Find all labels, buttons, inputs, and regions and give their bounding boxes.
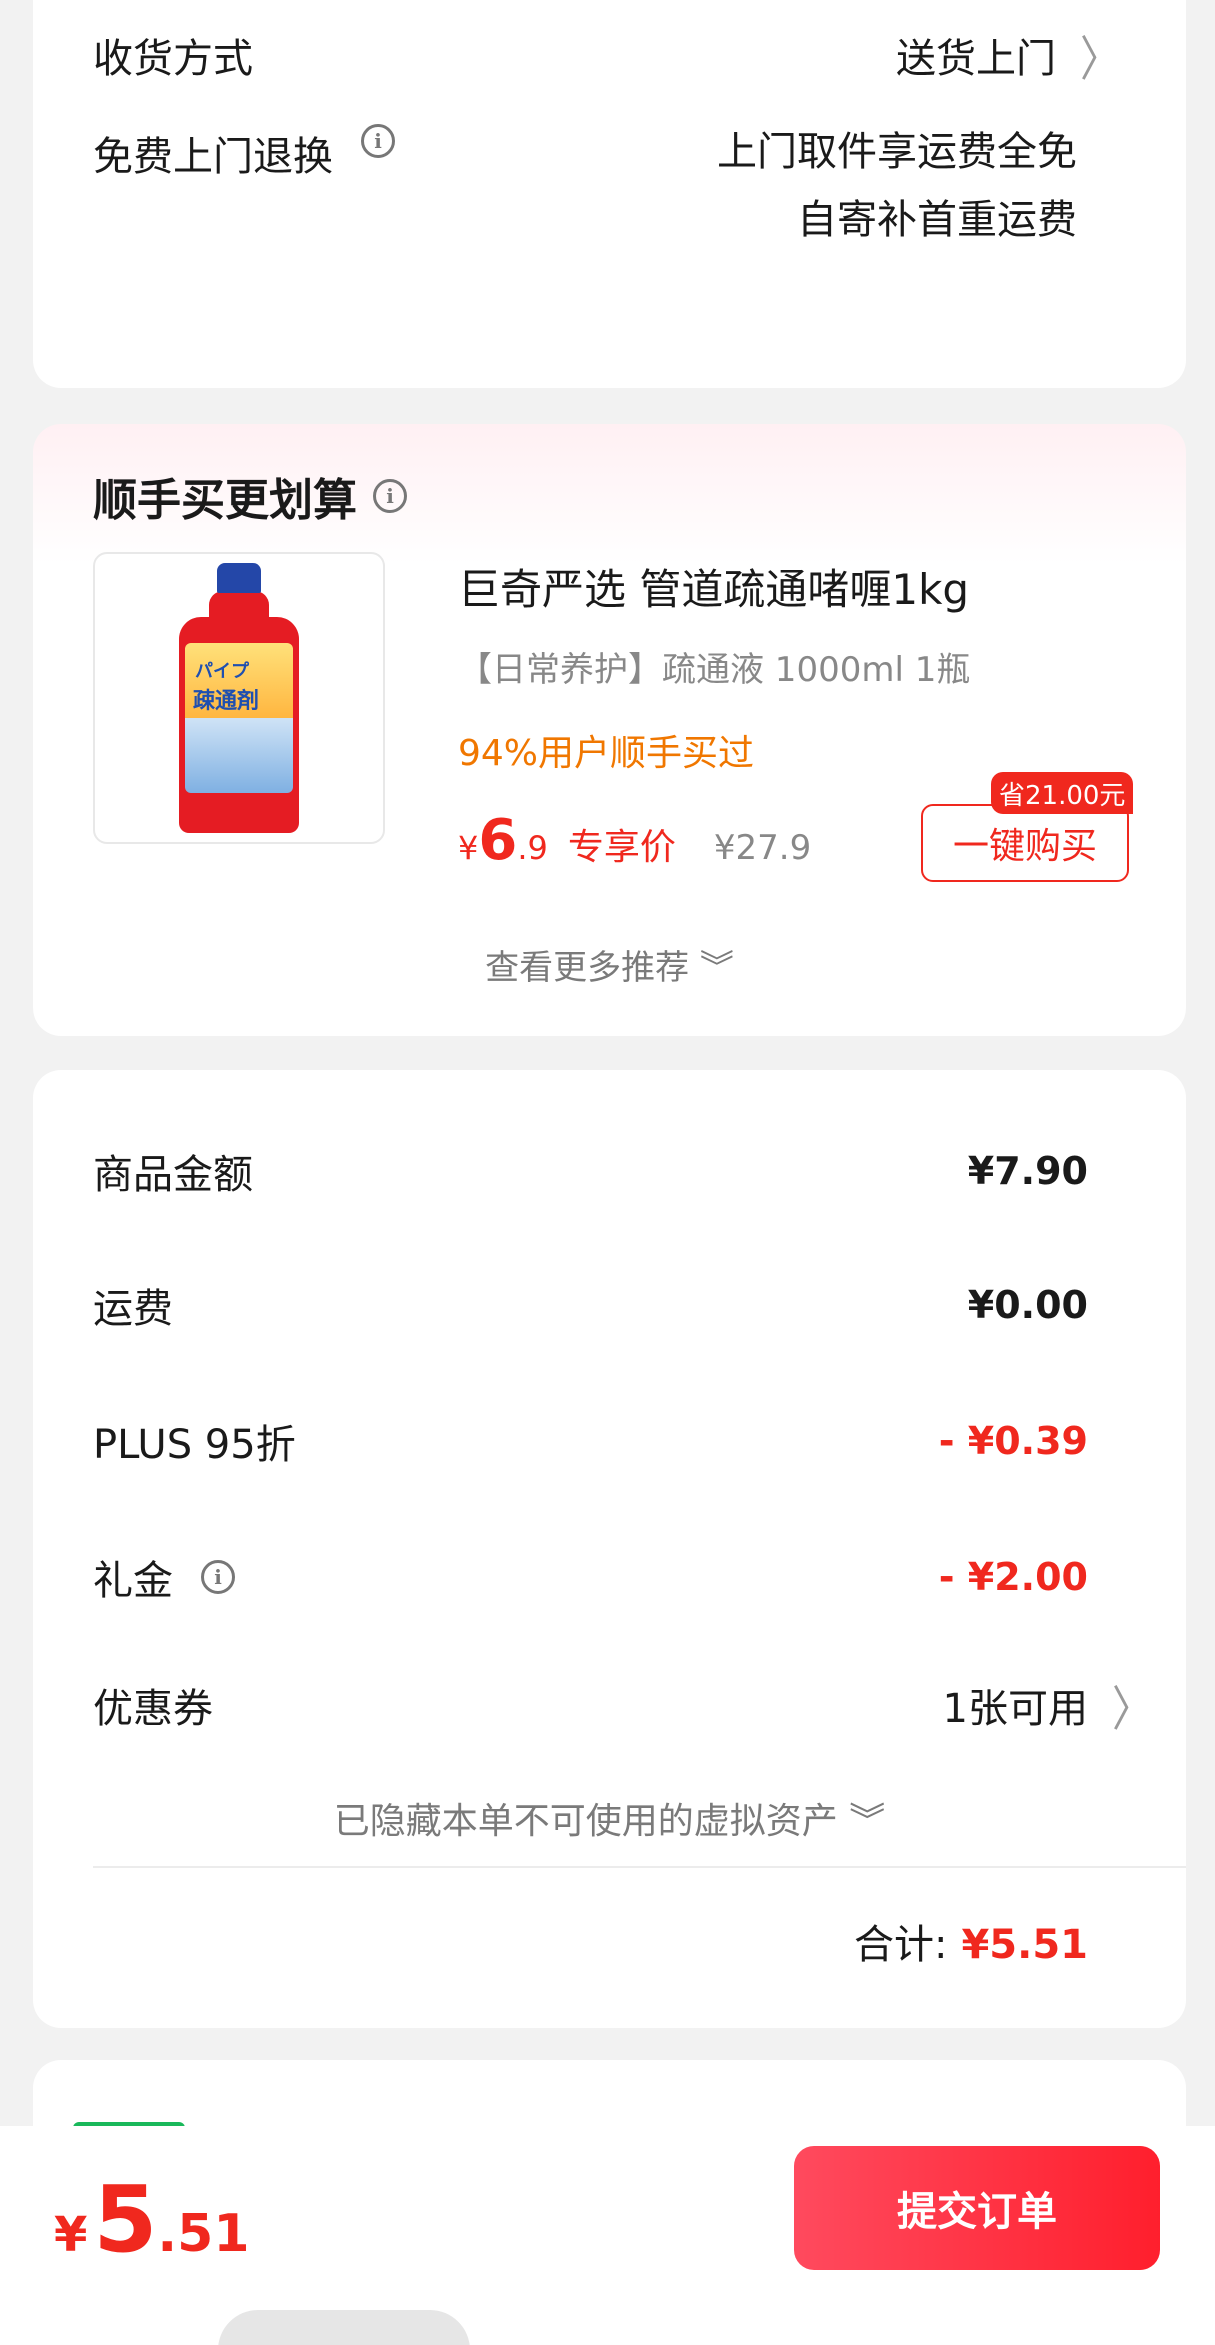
product-title[interactable]: 巨奇严选 管道疏通啫喱1kg	[458, 556, 969, 617]
image-text-2: 疎通剤	[193, 689, 260, 714]
price-currency: ¥	[458, 829, 479, 867]
home-indicator[interactable]	[218, 2310, 470, 2345]
hidden-assets-toggle[interactable]: 已隐藏本单不可使用的虚拟资产 ︾	[33, 1792, 1186, 1844]
delivery-method-row[interactable]: 收货方式 送货上门 〉	[93, 26, 1186, 87]
product-popularity: 94%用户顺手买过	[458, 733, 755, 774]
gift-money-row: 礼金 i - ¥2.00	[93, 1548, 1088, 1606]
product-image[interactable]: パイプ 疎通剤	[93, 552, 385, 844]
chevron-right-icon: 〉	[1112, 1682, 1152, 1738]
coupon-row[interactable]: 优惠券 1张可用 〉	[93, 1676, 1152, 1737]
plus-discount-value: - ¥0.39	[938, 1419, 1088, 1463]
return-line-1: 上门取件享运费全免	[717, 129, 1077, 175]
product-subtitle: 【日常养护】疏通液 1000ml 1瓶	[458, 650, 971, 690]
coupon-label: 优惠券	[93, 1686, 213, 1732]
product-price: ¥ 6 .9 专享价 ¥27.9	[458, 808, 811, 873]
delivery-method-value: 送货上门	[896, 36, 1056, 82]
price-tag: 专享价	[567, 827, 676, 868]
pay-integer: 5	[93, 2166, 158, 2273]
info-icon[interactable]: i	[373, 479, 407, 513]
free-return-detail: 上门取件享运费全免 自寄补首重运费	[717, 118, 1077, 254]
plus-discount-row: PLUS 95折 - ¥0.39	[93, 1412, 1088, 1470]
gift-money-value: - ¥2.00	[938, 1555, 1088, 1599]
total-label: 合计:	[853, 1922, 948, 1968]
shipping-row: 运费 ¥0.00	[93, 1276, 1088, 1334]
one-click-buy-button[interactable]: 一键购买	[921, 804, 1129, 882]
save-badge: 省21.00元	[991, 772, 1134, 814]
plus-discount-label: PLUS 95折	[93, 1422, 296, 1468]
delivery-method-label: 收货方式	[93, 36, 253, 82]
more-recommendations-link[interactable]: 查看更多推荐 ︾	[33, 940, 1186, 989]
image-text-1: パイプ	[195, 661, 249, 682]
upsell-title-text: 顺手买更划算	[93, 475, 357, 526]
checkout-page: 收货方式 送货上门 〉 免费上门退换 i 上门取件享运费全免 自寄补首重运费 顺…	[0, 0, 1215, 2345]
divider	[93, 1866, 1186, 1868]
submit-order-button[interactable]: 提交订单	[794, 2146, 1160, 2270]
price-decimal: .9	[517, 829, 548, 867]
goods-amount-row: 商品金额 ¥7.90	[93, 1142, 1088, 1200]
chevron-right-icon: 〉	[1080, 32, 1120, 88]
goods-amount-value: ¥7.90	[967, 1149, 1088, 1193]
original-price: ¥27.9	[713, 828, 812, 868]
pay-currency: ¥	[54, 2207, 88, 2263]
info-icon[interactable]: i	[361, 124, 395, 158]
delivery-card: 收货方式 送货上门 〉 免费上门退换 i 上门取件享运费全免 自寄补首重运费	[33, 0, 1186, 388]
gift-money-label-wrap: 礼金 i	[93, 1548, 235, 1606]
coupon-value-wrap: 1张可用 〉	[942, 1676, 1152, 1737]
gift-money-label: 礼金	[93, 1558, 173, 1604]
upsell-card: 顺手买更划算 i パイプ 疎通剤 巨奇严选 管道疏通啫喱1kg 【日常养护】疏通…	[33, 424, 1186, 1036]
total-row: 合计: ¥5.51	[854, 1912, 1088, 1970]
free-return-label: 免费上门退换	[93, 134, 333, 180]
return-line-2: 自寄补首重运费	[797, 197, 1077, 243]
coupon-value: 1张可用	[942, 1686, 1088, 1732]
pay-decimal: .51	[157, 2204, 250, 2264]
upsell-title: 顺手买更划算 i	[93, 464, 407, 528]
goods-amount-label: 商品金额	[93, 1152, 253, 1198]
price-integer: 6	[478, 808, 518, 873]
pay-amount: ¥ 5 .51	[54, 2166, 250, 2273]
bottom-action-bar: ¥ 5 .51 提交订单	[0, 2126, 1215, 2345]
order-summary-card: 商品金额 ¥7.90 运费 ¥0.00 PLUS 95折 - ¥0.39 礼金 …	[33, 1070, 1186, 2028]
total-value: ¥5.51	[961, 1922, 1088, 1968]
shipping-label: 运费	[93, 1286, 173, 1332]
bottle-illustration: パイプ 疎通剤	[179, 563, 299, 833]
shipping-value: ¥0.00	[967, 1283, 1088, 1327]
info-icon[interactable]: i	[201, 1560, 235, 1594]
